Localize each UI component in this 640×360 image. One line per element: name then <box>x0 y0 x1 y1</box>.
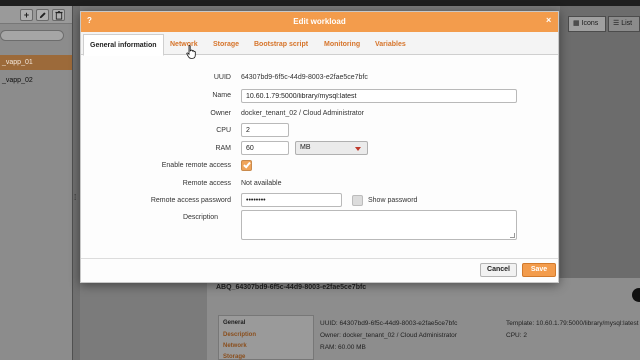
name-label: Name <box>212 92 231 99</box>
details-cpu: CPU: 2 <box>506 332 527 339</box>
list-icon: ☰ <box>613 20 620 27</box>
vapp-list-item[interactable]: _vapp_01 <box>0 55 72 70</box>
details-nav-network[interactable]: Network <box>223 343 247 349</box>
details-nav: General Description Network Storage <box>218 315 314 360</box>
cpu-label: CPU <box>216 127 231 134</box>
dialog-footer-divider <box>81 258 558 259</box>
icons-view-label: Icons <box>581 20 599 27</box>
uuid-value: 64307bd9-6f5c-44d9-8003-e2fae5ce7bfc <box>241 74 368 81</box>
resize-grip-icon[interactable] <box>510 233 515 238</box>
vapp-panel: + _vapp_01 _vapp_02 <box>0 6 72 360</box>
remote-access-password-input[interactable] <box>241 193 342 207</box>
details-template: Template: 10.60.1.79:5000/library/mysql:… <box>506 320 639 327</box>
ram-input[interactable] <box>241 141 289 155</box>
owner-label: Owner <box>210 110 231 117</box>
details-nav-general[interactable]: General <box>223 320 245 326</box>
icons-view-tab[interactable]: ▦ Icons <box>568 16 606 32</box>
enable-remote-access-label: Enable remote access <box>161 162 231 169</box>
close-icon[interactable]: × <box>546 15 551 25</box>
tab-storage[interactable]: Storage <box>213 41 239 48</box>
tab-bootstrap-script[interactable]: Bootstrap script <box>254 41 308 48</box>
remote-access-label: Remote access <box>182 180 231 187</box>
name-input[interactable] <box>241 89 517 103</box>
chevron-down-icon <box>355 147 361 151</box>
remote-access-value: Not available <box>241 180 282 187</box>
checkmark-icon <box>243 160 251 169</box>
cancel-button[interactable]: Cancel <box>480 263 517 277</box>
remote-access-password-label: Remote access password <box>150 197 231 204</box>
tab-general-information[interactable]: General information <box>83 34 164 56</box>
pencil-icon <box>39 12 46 19</box>
vapp-list-item[interactable]: _vapp_02 <box>0 73 72 88</box>
description-textarea[interactable] <box>241 210 517 240</box>
ram-label: RAM <box>215 145 231 152</box>
owner-value: docker_tenant_02 / Cloud Administrator <box>241 110 364 117</box>
details-ram: RAM: 60.00 MB <box>320 344 366 351</box>
trash-icon <box>54 11 63 20</box>
vapp-toolbar: + <box>0 6 72 24</box>
show-password-label: Show password <box>368 197 418 204</box>
edit-vapp-button[interactable] <box>36 9 49 21</box>
details-owner: Owner: docker_tenant_02 / Cloud Administ… <box>320 332 457 339</box>
details-nav-storage[interactable]: Storage <box>223 354 245 360</box>
details-nav-description[interactable]: Description <box>223 332 256 338</box>
add-vapp-button[interactable]: + <box>20 9 33 21</box>
grid-icon: ▦ <box>573 20 580 27</box>
ram-unit-select[interactable]: MB <box>295 141 368 155</box>
dialog-titlebar[interactable]: ? Edit workload × <box>81 12 558 32</box>
uuid-label: UUID <box>213 74 231 81</box>
pointer-cursor-icon <box>186 45 196 59</box>
save-button[interactable]: Save <box>522 263 556 277</box>
list-view-tab[interactable]: ☰ List <box>608 16 640 32</box>
edit-workload-dialog: ? Edit workload × General information Ne… <box>80 11 559 283</box>
details-uuid: UUID: 64307bd9-6f5c-44d9-8003-e2fae5ce7b… <box>320 320 458 327</box>
delete-vapp-button[interactable] <box>52 9 65 21</box>
description-label: Description <box>182 214 218 221</box>
workload-details-title: ABQ_64307bd9-6f5c-44d9-8003-e2fae5ce7bfc <box>216 284 367 291</box>
tab-variables[interactable]: Variables <box>375 41 406 48</box>
list-view-label: List <box>621 20 633 27</box>
enable-remote-access-checkbox[interactable] <box>241 160 252 171</box>
panel-splitter[interactable]: ⁞ <box>72 6 80 360</box>
vapp-search-input[interactable] <box>0 30 64 41</box>
dialog-title: Edit workload <box>293 17 346 26</box>
tab-monitoring[interactable]: Monitoring <box>324 41 360 48</box>
help-icon[interactable] <box>632 288 640 302</box>
cpu-input[interactable] <box>241 123 289 137</box>
show-password-checkbox[interactable] <box>352 195 363 206</box>
splitter-grip-icon: ⁞ <box>74 193 77 202</box>
ram-unit-value: MB <box>300 144 311 151</box>
dialog-tabs: General information Network Storage Boot… <box>81 32 558 56</box>
